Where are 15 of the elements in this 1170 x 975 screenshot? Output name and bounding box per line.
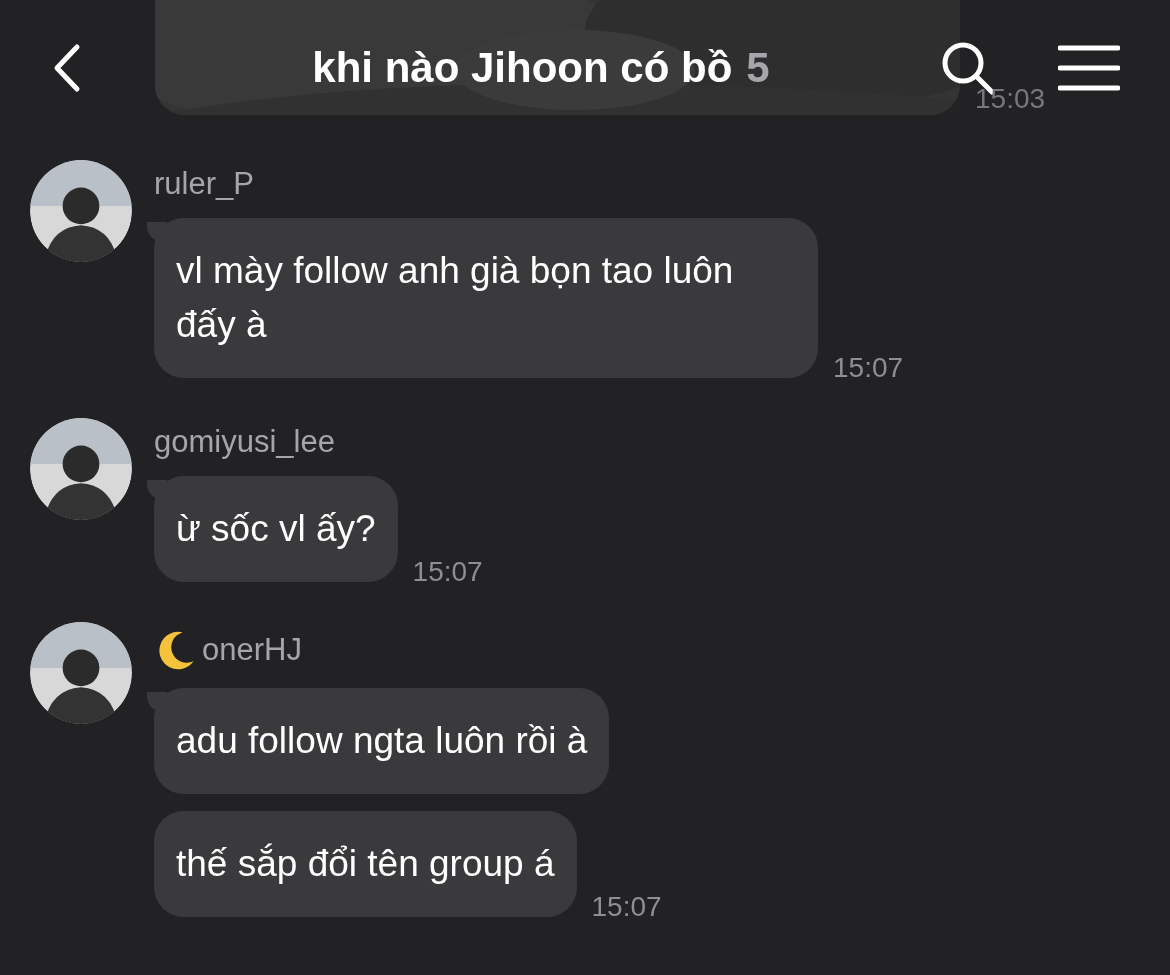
sender-name: ruler_P — [154, 166, 254, 202]
message-time: 15:07 — [591, 891, 662, 923]
message-bubble: thế sắp đổi tên group á — [154, 811, 577, 917]
menu-icon[interactable] — [1058, 43, 1120, 92]
message-bubble: vl mày follow anh già bọn tao luôn đấy à — [154, 218, 818, 378]
back-icon[interactable] — [52, 42, 82, 93]
message-time: 15:07 — [412, 556, 483, 588]
message-bubble: adu follow ngta luôn rồi à — [154, 688, 610, 794]
message-time: 15:03 — [975, 83, 1046, 115]
sender-name: onerHJ — [202, 632, 302, 668]
message-bubble: ừ sốc vl ấy? — [154, 476, 398, 582]
message-time: 15:07 — [833, 352, 904, 384]
member-count: 5 — [746, 43, 770, 92]
chat-title: khi nào Jihoon có bồ — [312, 43, 733, 92]
sender-name: gomiyusi_lee — [154, 424, 335, 460]
